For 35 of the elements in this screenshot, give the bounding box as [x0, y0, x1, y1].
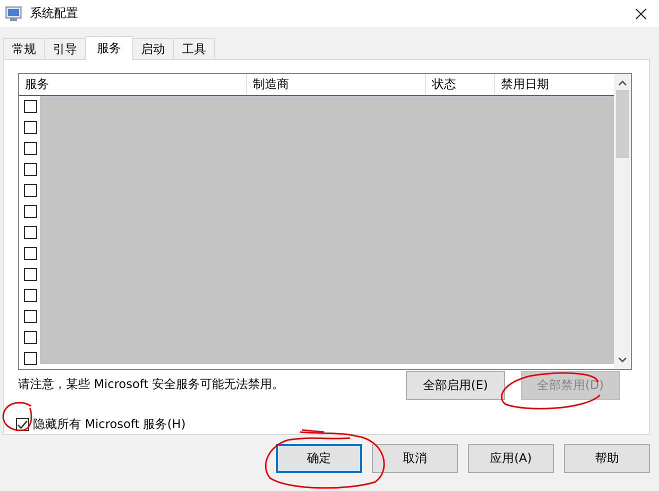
- column-header[interactable]: 制造商: [247, 74, 426, 95]
- chevron-down-icon[interactable]: [618, 357, 627, 363]
- checkbox[interactable]: [24, 142, 37, 155]
- scrollbar-thumb[interactable]: [616, 90, 629, 158]
- checkbox[interactable]: [24, 331, 37, 344]
- checkbox[interactable]: [24, 289, 37, 302]
- checkbox[interactable]: [24, 121, 37, 134]
- tab[interactable]: 服务: [85, 36, 133, 60]
- checkbox[interactable]: [24, 205, 37, 218]
- column-header[interactable]: 状态: [426, 74, 495, 95]
- checkbox[interactable]: [24, 226, 37, 239]
- checkbox[interactable]: [24, 247, 37, 260]
- close-icon[interactable]: [635, 8, 647, 20]
- checkbox[interactable]: [24, 163, 37, 176]
- dialog-button[interactable]: 帮助: [564, 444, 650, 473]
- window-title: 系统配置: [30, 5, 78, 22]
- scrollbar[interactable]: [614, 74, 631, 369]
- column-header[interactable]: 服务: [19, 74, 247, 95]
- dialog-button[interactable]: 确定: [276, 444, 362, 473]
- checkbox[interactable]: [24, 310, 37, 323]
- tab[interactable]: 工具: [173, 38, 215, 59]
- dialog-button[interactable]: 应用(A): [468, 444, 554, 473]
- dialog-button[interactable]: 取消: [372, 444, 458, 473]
- checkbox[interactable]: [24, 100, 37, 113]
- tab[interactable]: 常规: [3, 38, 45, 59]
- checkbox-label[interactable]: 隐藏所有 Microsoft 服务(H): [33, 416, 186, 433]
- checkbox[interactable]: [24, 268, 37, 281]
- column-header[interactable]: 禁用日期: [495, 74, 614, 95]
- monitor-icon: [5, 6, 23, 22]
- chevron-up-icon[interactable]: [618, 80, 627, 86]
- list-button[interactable]: 全部启用(E): [406, 371, 505, 400]
- checkbox[interactable]: [24, 184, 37, 197]
- annotation-circle-drawing: [2, 402, 32, 432]
- note-text: 请注意，某些 Microsoft 安全服务可能无法禁用。: [18, 376, 284, 393]
- checkbox[interactable]: [24, 352, 37, 365]
